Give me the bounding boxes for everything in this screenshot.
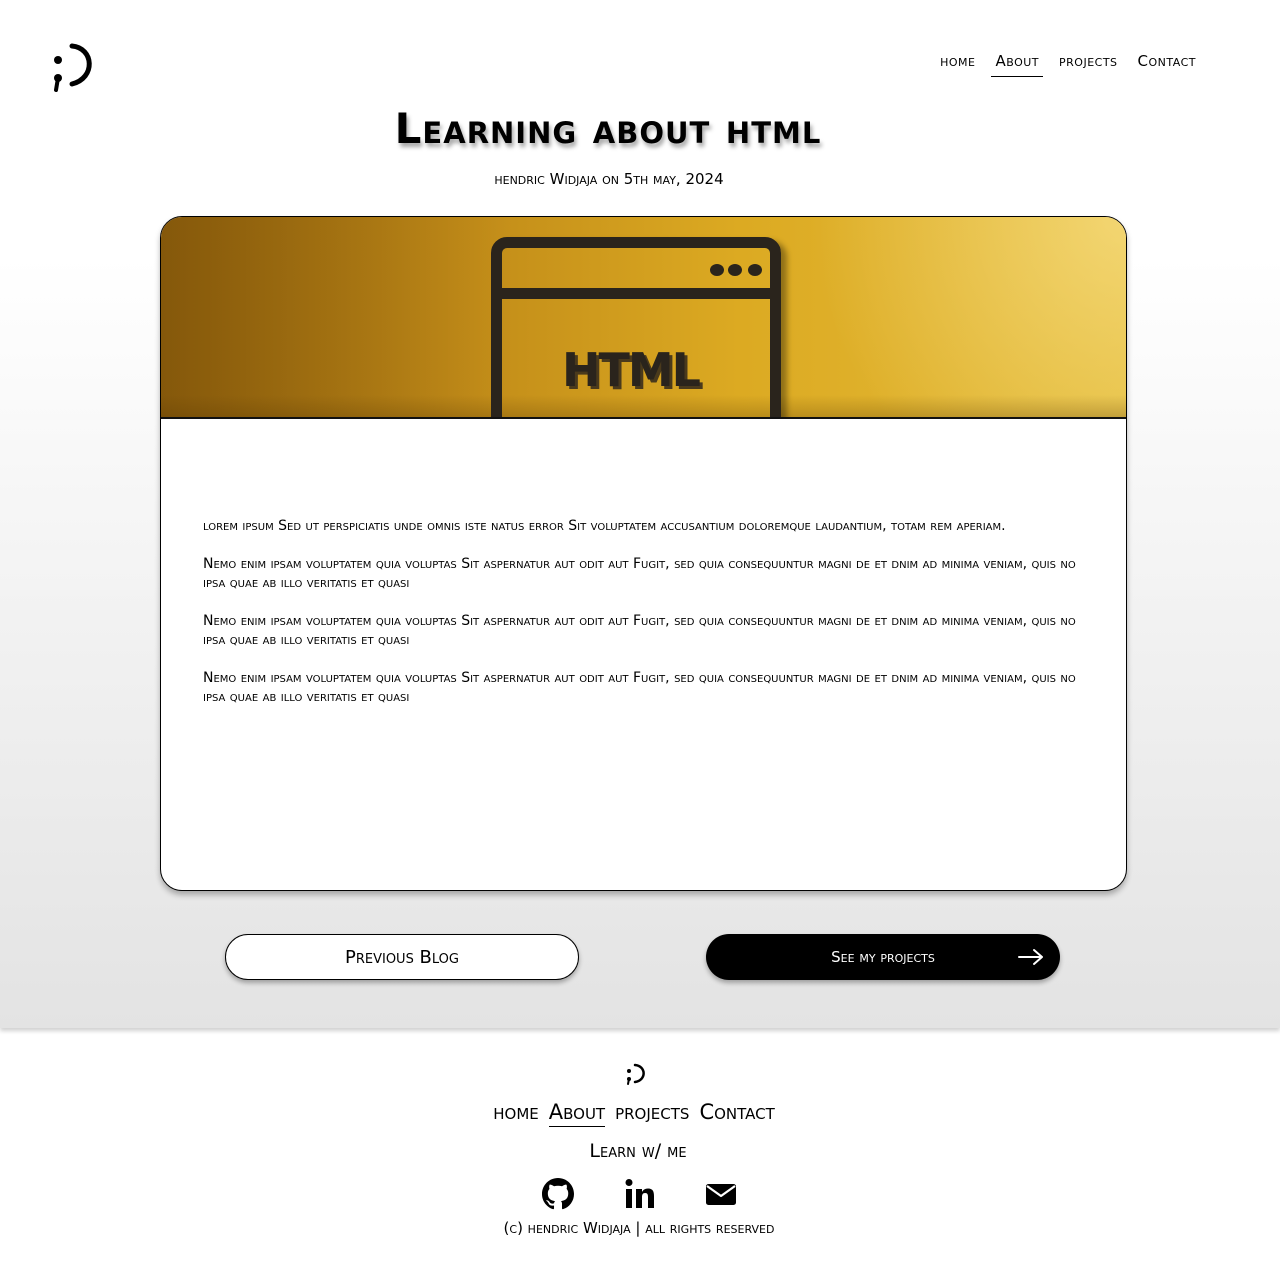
footer-nav: home About projects Contact — [0, 1100, 1268, 1127]
nav-about[interactable]: About — [991, 52, 1044, 77]
previous-blog-label: Previous Blog — [345, 946, 459, 968]
see-projects-label: See my projects — [831, 948, 935, 966]
page-title: Learning about html — [394, 104, 822, 153]
footer-tagline: Learn w/ me — [589, 1140, 687, 1162]
previous-blog-button[interactable]: Previous Blog — [225, 934, 579, 980]
arrow-right-icon — [1018, 949, 1043, 965]
footer-nav-about[interactable]: About — [548, 1100, 606, 1127]
main-nav: home About projects Contact — [936, 52, 1200, 77]
post-byline: hendric Widjaja on 5th may, 2024 — [494, 170, 724, 188]
post-paragraph: Nemo enim ipsam voluptatem quia voluptas… — [203, 613, 1076, 648]
linkedin-icon[interactable] — [624, 1178, 656, 1210]
nav-contact[interactable]: Contact — [1134, 52, 1200, 77]
see-projects-button[interactable]: See my projects — [706, 934, 1060, 980]
page: home About projects Contact Learning abo… — [0, 0, 1280, 1028]
envelope-icon[interactable] — [705, 1178, 737, 1210]
footer-nav-contact[interactable]: Contact — [699, 1100, 774, 1127]
footer-nav-projects[interactable]: projects — [615, 1100, 689, 1127]
logo[interactable] — [52, 42, 94, 94]
blog-card: HTML lorem ipsum Sed ut perspiciatis und… — [160, 216, 1127, 891]
post-body: lorem ipsum Sed ut perspiciatis unde omn… — [203, 517, 1083, 726]
github-icon[interactable] — [542, 1178, 574, 1210]
copyright-text: (c) hendric Widjaja | all rights reserve… — [503, 1219, 775, 1237]
post-paragraph: Nemo enim ipsam voluptatem quia voluptas… — [203, 670, 1076, 705]
hero-html-label: HTML — [562, 343, 701, 397]
hero-image: HTML — [161, 217, 1126, 419]
footer-logo[interactable] — [625, 1062, 647, 1086]
nav-projects[interactable]: projects — [1055, 52, 1122, 77]
nav-home[interactable]: home — [936, 52, 979, 77]
browser-window-illustration: HTML — [491, 237, 781, 417]
post-paragraph: Nemo enim ipsam voluptatem quia voluptas… — [203, 556, 1076, 591]
footer-nav-home[interactable]: home — [493, 1100, 539, 1127]
footer: home About projects Contact Learn w/ me … — [0, 1028, 1280, 1270]
post-paragraph: lorem ipsum Sed ut perspiciatis unde omn… — [203, 518, 1006, 534]
